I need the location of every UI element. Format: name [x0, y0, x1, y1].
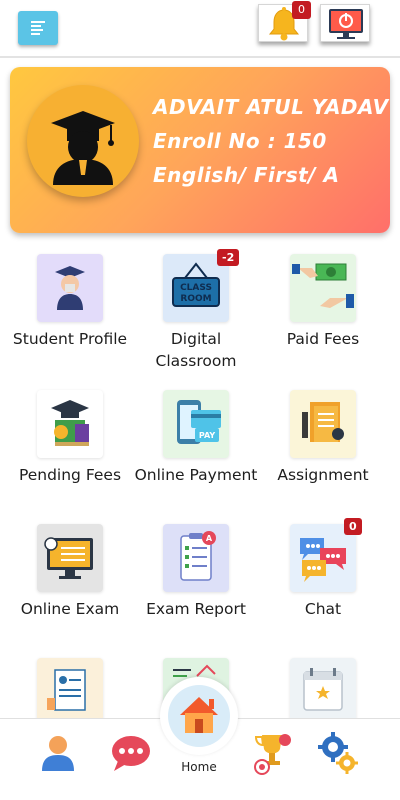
menu-button[interactable]: [18, 11, 58, 45]
settings-icon: [318, 732, 358, 774]
svg-text:PAY: PAY: [199, 431, 216, 440]
tile-label: Student Profile: [12, 330, 128, 348]
svg-text:CLASS: CLASS: [180, 283, 212, 293]
tile-digital-classroom[interactable]: CLASS ROOM -2 Digital Classroom: [132, 249, 260, 384]
tile-student-profile[interactable]: Student Profile: [6, 254, 134, 384]
tile-pending-fees[interactable]: Pending Fees: [6, 390, 134, 520]
pending-fees-icon: [37, 390, 103, 458]
trophy-icon: [254, 734, 291, 775]
nav-trophy-button[interactable]: [252, 731, 292, 775]
class-info: English/ First/ A: [153, 163, 340, 187]
svg-text:ROOM: ROOM: [180, 294, 211, 304]
phone-pay-icon: PAY: [163, 390, 229, 458]
calendar-icon: [290, 658, 356, 726]
home-label: Home: [181, 760, 217, 774]
profile-card[interactable]: ADVAIT ATUL YADAV Enroll No : 150 Englis…: [10, 67, 390, 233]
graduate-icon: [51, 111, 115, 185]
menu-icon-line: [31, 29, 43, 31]
tile-online-exam[interactable]: Online Exam: [6, 524, 134, 654]
money-hand-icon: [290, 254, 356, 322]
document-icon: [37, 658, 103, 726]
monitor-exam-icon: [37, 524, 103, 592]
tile-label: Pending Fees: [18, 466, 122, 484]
nav-home-button[interactable]: [160, 677, 238, 755]
assignment-icon: [290, 390, 356, 458]
tile-chat[interactable]: 0 Chat: [259, 518, 387, 654]
tile-label: Online Payment: [134, 466, 258, 484]
tile-exam-report[interactable]: A Exam Report: [132, 524, 260, 654]
tile-label: Digital Classroom: [155, 330, 237, 370]
logout-button[interactable]: [320, 4, 370, 42]
top-bar: 0: [0, 0, 400, 58]
classroom-badge: -2: [217, 249, 240, 266]
tile-label: Online Exam: [20, 600, 120, 618]
tile-label: Chat: [304, 600, 342, 618]
tile-assignment[interactable]: Assignment: [259, 390, 387, 520]
report-clipboard-icon: A: [163, 524, 229, 592]
svg-text:A: A: [206, 534, 213, 543]
notification-count-badge: 0: [292, 1, 311, 19]
chat-badge: 0: [344, 518, 362, 535]
enroll-number: Enroll No : 150: [153, 129, 327, 153]
tile-online-payment[interactable]: PAY Online Payment: [132, 390, 260, 520]
tile-label: Exam Report: [146, 600, 246, 618]
home-icon-bg: [168, 685, 230, 747]
student-name: ADVAIT ATUL YADAV: [153, 95, 389, 119]
power-icon: [329, 9, 363, 39]
nav-profile-button[interactable]: [40, 733, 76, 773]
menu-icon-line: [31, 21, 45, 23]
menu-icon-line: [31, 25, 41, 27]
tile-label: Paid Fees: [286, 330, 360, 348]
profile-icon: [42, 736, 74, 771]
menu-icon-line: [31, 33, 40, 35]
tile-paid-fees[interactable]: Paid Fees: [259, 254, 387, 384]
chat-icon: [112, 736, 150, 771]
tile-label: Assignment: [277, 466, 369, 484]
home-icon: [180, 697, 218, 733]
student-icon: [37, 254, 103, 322]
nav-chat-button[interactable]: [110, 733, 152, 773]
avatar: [27, 85, 139, 197]
nav-settings-button[interactable]: [318, 731, 358, 775]
